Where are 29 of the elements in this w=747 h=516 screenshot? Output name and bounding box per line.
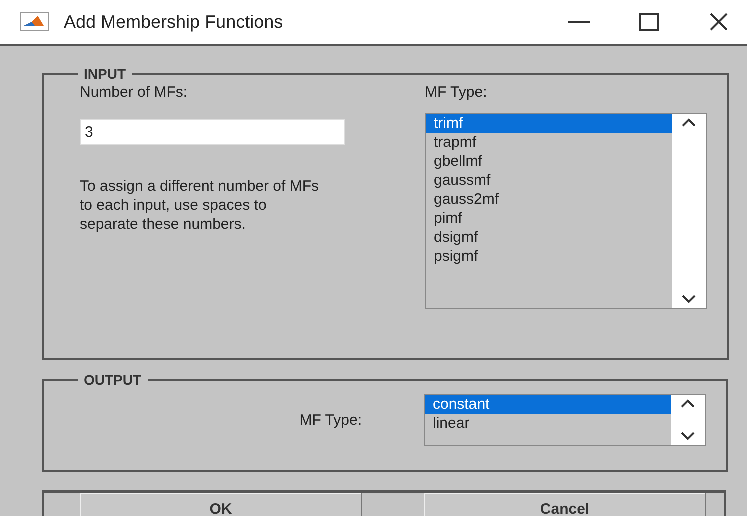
list-item[interactable]: constant [425,395,671,414]
list-item[interactable]: linear [425,414,671,433]
maximize-icon[interactable] [639,13,659,31]
field-label: Number of MFs: [80,84,189,101]
list-label: MF Type: [425,84,488,101]
mf-type-list[interactable]: trimf trapmf gbellmf gaussmf gauss2mf pimf dsigmf psigmf [425,113,707,309]
window-title: Add Membership Functions [64,12,284,32]
scroll-up-icon[interactable] [681,118,697,128]
app-icon [20,12,50,32]
list-item[interactable]: psigmf [426,247,672,266]
mf-type-list[interactable]: constant linear [424,394,706,446]
list-item[interactable]: trimf [426,114,672,133]
group-title: OUTPUT [83,372,143,388]
group-title: INPUT [83,66,127,82]
list-item[interactable]: dsigmf [426,228,672,247]
scroll-up-icon[interactable] [680,399,696,409]
dialog-button[interactable]: OK [80,493,362,516]
list-item[interactable]: gaussmf [426,171,672,190]
list-item[interactable]: trapmf [426,133,672,152]
input-field[interactable]: 3 [80,119,345,145]
list-label: MF Type: [298,412,363,429]
list-item[interactable]: pimf [426,209,672,228]
close-icon[interactable] [709,12,729,32]
help-text: To assign a different number of MFs to each input, use spaces to separate these numbers. [80,177,320,234]
scroll-down-icon[interactable] [681,294,697,304]
dialog-button[interactable]: Cancel [424,493,706,516]
list-item[interactable]: gauss2mf [426,190,672,209]
list-item[interactable]: gbellmf [426,152,672,171]
scroll-down-icon[interactable] [680,431,696,441]
